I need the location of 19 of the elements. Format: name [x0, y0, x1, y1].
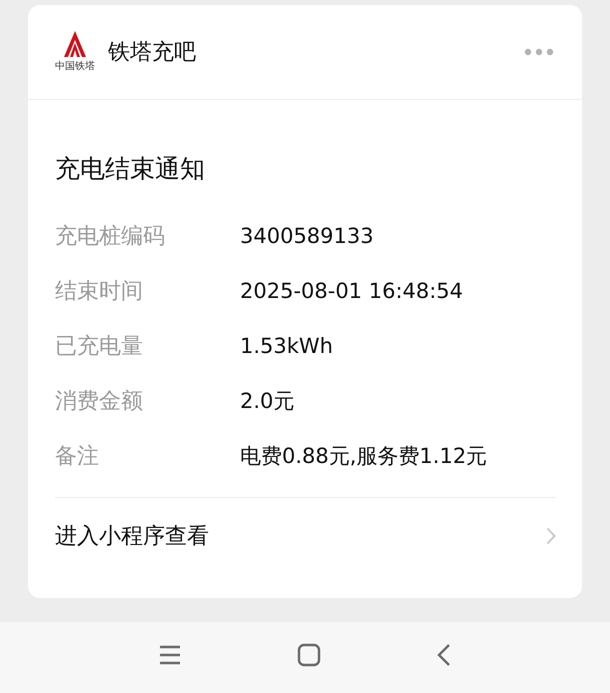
- logo-icon: [64, 31, 86, 57]
- field-label: 结束时间: [55, 278, 144, 306]
- home-icon[interactable]: [297, 642, 321, 666]
- field-value: 1.53kWh: [240, 334, 333, 358]
- notice-title: 充电结束通知: [55, 153, 206, 185]
- open-mini-program-link[interactable]: 进入小程序查看: [55, 498, 556, 574]
- field-label: 消费金额: [55, 388, 144, 416]
- field-label: 备注: [55, 443, 100, 471]
- field-label: 已充电量: [55, 333, 144, 361]
- field-value: 2025-08-01 16:48:54: [240, 279, 464, 303]
- account-name: 铁塔充吧: [108, 39, 197, 67]
- field-label: 充电桩编码: [55, 223, 166, 251]
- field-value: 3400589133: [240, 224, 374, 248]
- back-icon[interactable]: [436, 642, 452, 666]
- field-value: 电费0.88元,服务费1.12元: [240, 443, 488, 470]
- logo-text: 中国铁塔: [55, 60, 95, 73]
- chevron-right-icon: [546, 527, 556, 545]
- menu-icon[interactable]: [158, 644, 182, 666]
- field-value: 2.0元: [240, 388, 294, 415]
